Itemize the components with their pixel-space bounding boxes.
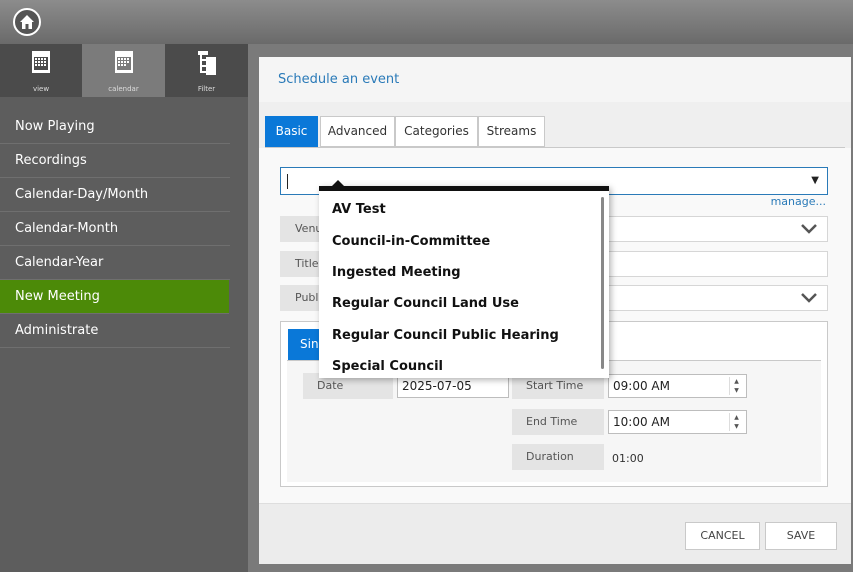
chevron-down-icon [801, 293, 817, 303]
footer-bar [259, 503, 851, 564]
dropdown-scrollbar[interactable] [601, 197, 604, 369]
end-time-label: End Time [512, 409, 604, 435]
nav-now-playing[interactable]: Now Playing [0, 110, 230, 144]
dropdown-option[interactable]: Regular Council Land Use [332, 296, 519, 311]
view-switcher: view calendar Filter [0, 44, 248, 97]
start-time-value: 09:00 AM [613, 379, 670, 393]
tab-divider [265, 147, 845, 148]
dropdown-arrow-icon[interactable]: ▼ [811, 175, 819, 186]
page-title: Schedule an event [259, 57, 851, 102]
nav-new-meeting[interactable]: New Meeting [0, 280, 229, 314]
duration-value: 01:00 [612, 452, 644, 465]
duration-label: Duration [512, 444, 604, 470]
dropdown-option[interactable]: Regular Council Public Hearing [332, 328, 559, 343]
dropdown-option[interactable]: AV Test [332, 202, 386, 217]
tab-basic[interactable]: Basic [265, 116, 318, 147]
sidebar-nav: Now Playing Recordings Calendar-Day/Mont… [0, 110, 240, 348]
dropdown-option[interactable]: Ingested Meeting [332, 265, 461, 280]
sidebar: view calendar Filter Now Playing Recordi… [0, 44, 248, 572]
tab-categories[interactable]: Categories [395, 116, 478, 147]
start-time-input[interactable]: 09:00 AM ▲ ▼ [608, 374, 747, 398]
start-time-spinner[interactable]: ▲ ▼ [729, 377, 743, 395]
nav-administrate[interactable]: Administrate [0, 314, 230, 348]
calendar-tab[interactable]: calendar [82, 44, 165, 97]
end-time-spinner[interactable]: ▲ ▼ [729, 413, 743, 431]
meeting-type-dropdown: AV Test Council-in-Committee Ingested Me… [319, 180, 609, 378]
tab-advanced[interactable]: Advanced [320, 116, 395, 147]
home-button[interactable] [13, 8, 41, 36]
view-tab[interactable]: view [0, 44, 82, 97]
filter-tab-label: Filter [197, 85, 216, 93]
nav-calendar-day-month[interactable]: Calendar-Day/Month [0, 178, 230, 212]
end-time-value: 10:00 AM [613, 415, 670, 429]
calendar-tab-label: calendar [108, 85, 139, 93]
calendar-icon [114, 51, 133, 73]
text-caret [287, 174, 288, 189]
nav-calendar-year[interactable]: Calendar-Year [0, 246, 230, 280]
nav-calendar-month[interactable]: Calendar-Month [0, 212, 230, 246]
view-tab-label: view [32, 85, 50, 93]
tab-streams[interactable]: Streams [478, 116, 545, 147]
dropdown-pointer [331, 180, 345, 187]
filter-tab[interactable]: Filter [165, 44, 248, 97]
grid-calendar-icon [32, 51, 50, 73]
dropdown-option[interactable]: Council-in-Committee [332, 234, 490, 249]
schedule-fields: Date 2025-07-05 Start Time 09:00 AM ▲ ▼ E… [287, 360, 821, 482]
tree-filter-icon [197, 51, 216, 75]
top-bar [0, 0, 853, 44]
chevron-down-icon [801, 224, 817, 234]
manage-link[interactable]: manage... [771, 195, 826, 208]
end-time-input[interactable]: 10:00 AM ▲ ▼ [608, 410, 747, 434]
dropdown-option[interactable]: Special Council [332, 359, 443, 374]
home-icon [20, 15, 34, 29]
save-button[interactable]: SAVE [765, 522, 837, 550]
nav-recordings[interactable]: Recordings [0, 144, 230, 178]
cancel-button[interactable]: CANCEL [685, 522, 760, 550]
